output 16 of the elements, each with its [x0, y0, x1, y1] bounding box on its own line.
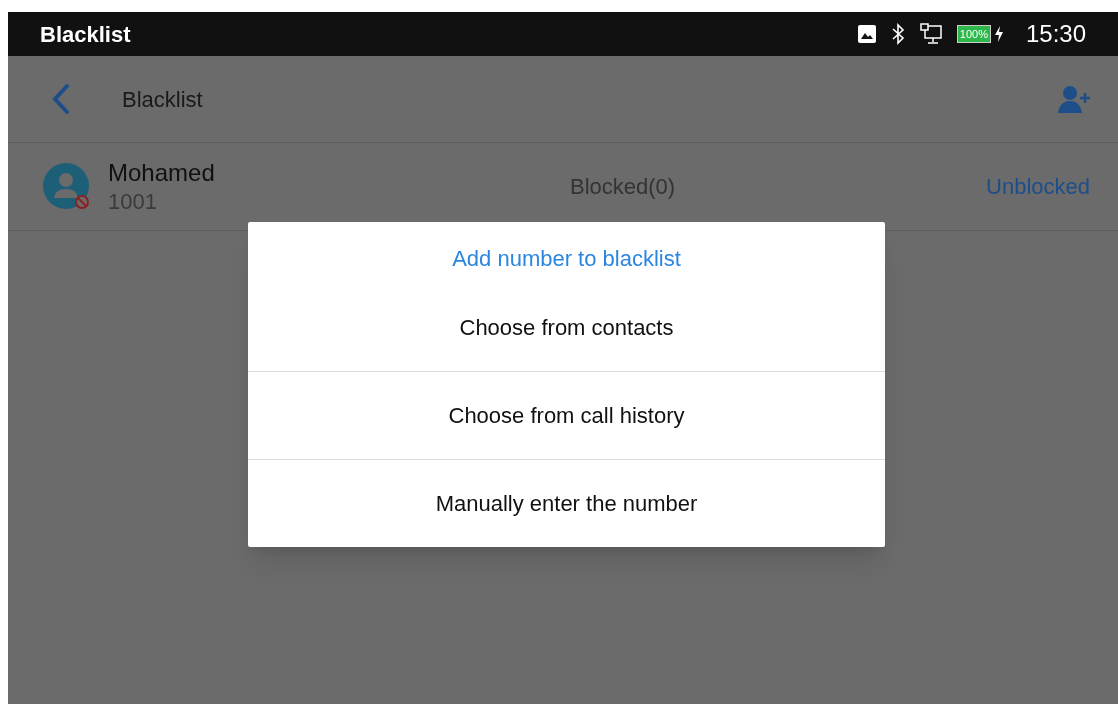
page-title: Blacklist — [122, 85, 203, 114]
dialog-title: Add number to blacklist — [451, 245, 682, 273]
network-icon — [918, 23, 943, 45]
contact-name: Mohamed — [108, 157, 215, 188]
screen-title: Blacklist — [40, 20, 131, 49]
dialog-option[interactable]: Choose from contacts — [248, 283, 885, 371]
clock: 15:30 — [1025, 19, 1086, 49]
image-icon — [856, 24, 877, 44]
battery-indicator: 100% — [956, 25, 991, 43]
dialog-option[interactable]: Choose from call history — [248, 371, 885, 459]
bluetooth-icon — [890, 23, 905, 45]
blocked-count: Blocked(0) — [570, 173, 676, 201]
add-contact-button[interactable] — [1056, 83, 1092, 115]
blocked-contact-icon — [42, 161, 92, 212]
charging-icon — [993, 26, 1004, 42]
dialog-option[interactable]: Manually enter the number — [248, 459, 885, 547]
